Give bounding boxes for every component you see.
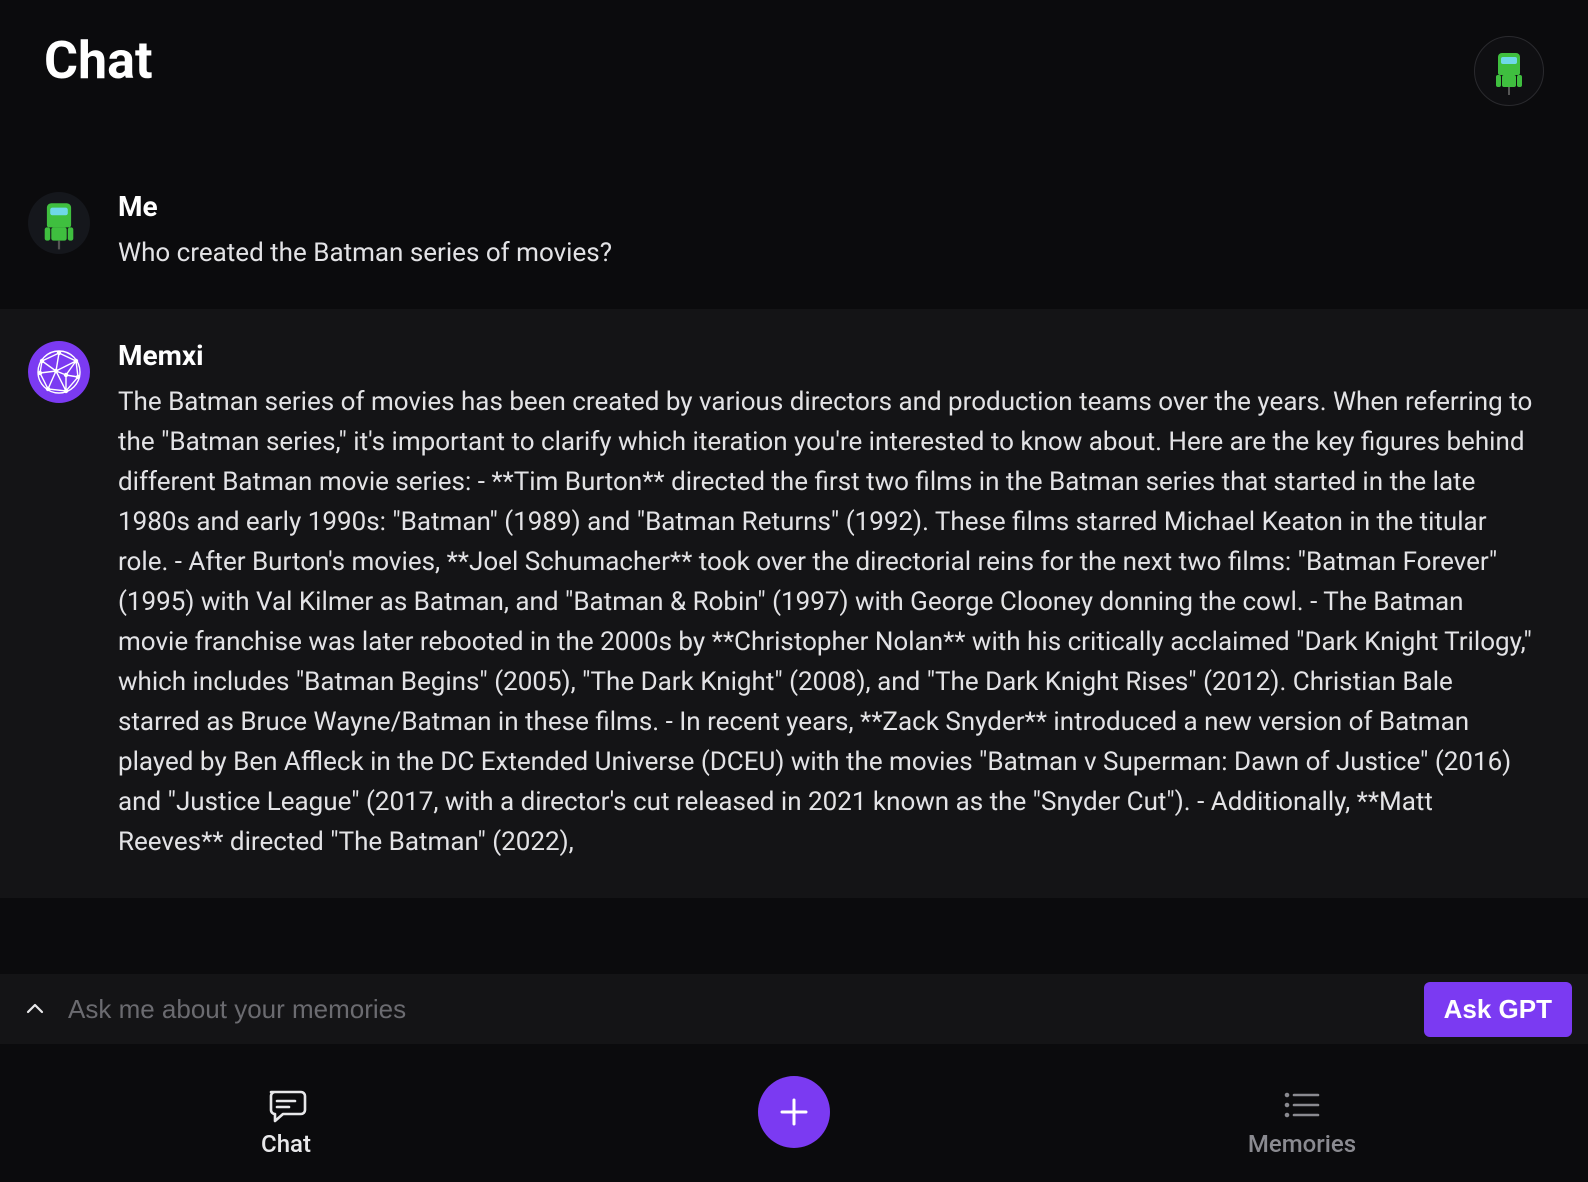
expand-toggle[interactable] <box>20 994 50 1024</box>
page-title: Chat <box>44 30 153 91</box>
plus-icon <box>777 1095 811 1129</box>
input-bar: Ask GPT <box>0 974 1588 1044</box>
robot-icon <box>1494 49 1524 93</box>
message-body: Me Who created the Batman series of movi… <box>118 190 1560 273</box>
profile-avatar[interactable] <box>1474 36 1544 106</box>
nav-memories[interactable]: Memories <box>1202 1086 1402 1158</box>
network-icon <box>36 349 82 395</box>
list-icon <box>1281 1086 1323 1124</box>
message-author: Memxi <box>118 339 1540 372</box>
chat-icon <box>265 1086 307 1124</box>
message-author: Me <box>118 190 1540 223</box>
nav-label: Chat <box>261 1130 311 1158</box>
user-avatar <box>28 192 90 254</box>
message-body: Memxi The Batman series of movies has be… <box>118 339 1560 862</box>
chat-input[interactable] <box>68 994 1406 1025</box>
header: Chat <box>0 0 1588 126</box>
bottom-nav: Chat Memories <box>0 1056 1588 1182</box>
chevron-up-icon <box>23 997 47 1021</box>
message-user: Me Who created the Batman series of movi… <box>0 160 1588 309</box>
message-assistant: Memxi The Batman series of movies has be… <box>0 309 1588 898</box>
message-text: The Batman series of movies has been cre… <box>118 382 1540 862</box>
robot-icon <box>43 199 76 247</box>
ask-gpt-button[interactable]: Ask GPT <box>1424 982 1572 1037</box>
new-chat-button[interactable] <box>758 1076 830 1148</box>
messages-list: Me Who created the Batman series of movi… <box>0 160 1588 938</box>
nav-chat[interactable]: Chat <box>186 1086 386 1158</box>
nav-label: Memories <box>1248 1130 1356 1158</box>
assistant-avatar <box>28 341 90 403</box>
message-text: Who created the Batman series of movies? <box>118 233 1540 273</box>
